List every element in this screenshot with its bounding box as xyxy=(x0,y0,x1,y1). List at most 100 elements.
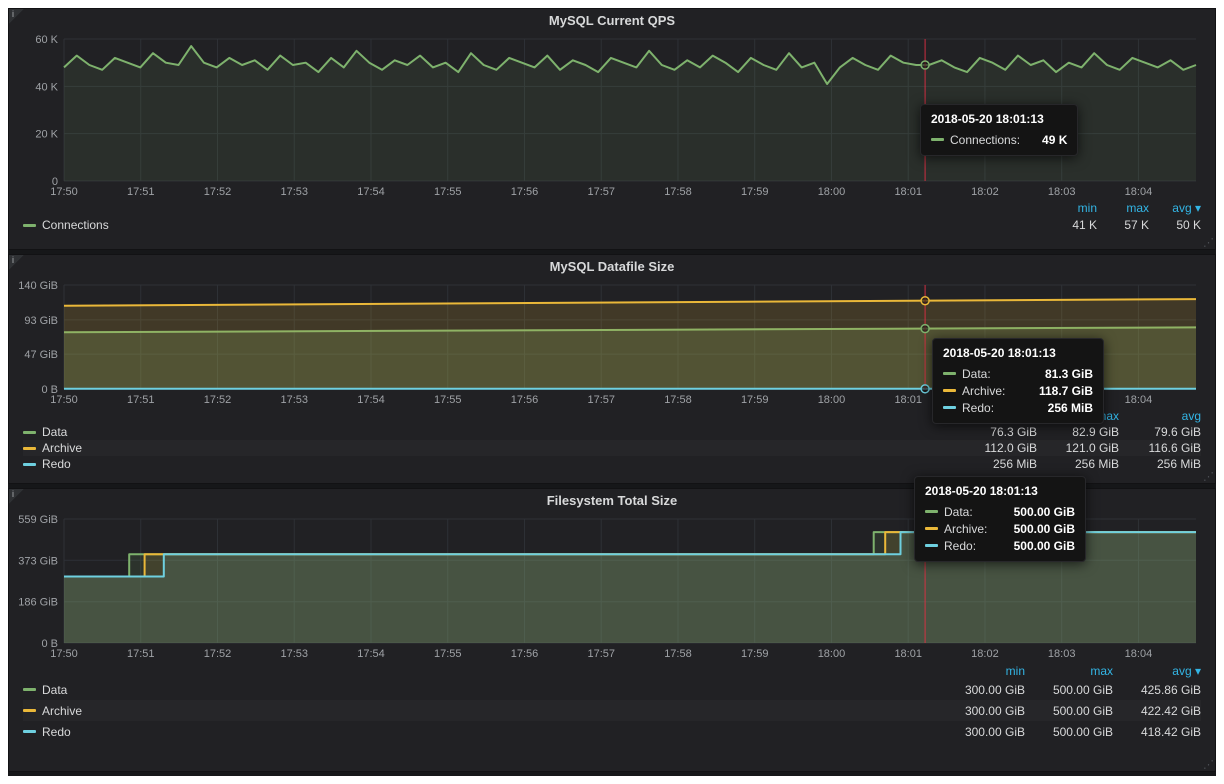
tooltip-series-label: Archive: xyxy=(962,384,1005,398)
legend-stat-value: 300.00 GiB xyxy=(937,683,1025,697)
legend-stat-value: 112.0 GiB xyxy=(955,441,1037,455)
y-axis-tick-label: 47 GiB xyxy=(24,349,58,361)
legend-row: Archive 112.0 GiB121.0 GiB116.6 GiB xyxy=(23,440,1201,456)
tooltip-timestamp: 2018-05-20 18:01:13 xyxy=(943,346,1093,360)
legend-series-redo[interactable]: Redo xyxy=(23,725,937,739)
x-axis-tick-label: 18:00 xyxy=(818,394,846,406)
tooltip-timestamp: 2018-05-20 18:01:13 xyxy=(931,112,1067,126)
legend-header-row: minmaxavg ▾ xyxy=(23,662,1201,679)
panel-resize-handle-icon[interactable]: ⋰ xyxy=(1203,238,1214,249)
panel-info-icon[interactable]: i xyxy=(9,255,24,270)
x-axis-tick-label: 17:56 xyxy=(511,648,539,660)
legend-row: Connections41 K57 K50 K xyxy=(23,216,1201,234)
tooltip-series-label: Data: xyxy=(962,367,991,381)
x-axis-tick-label: 18:04 xyxy=(1125,394,1153,406)
legend-stat-value: 116.6 GiB xyxy=(1119,441,1201,455)
tooltip-series-value: 500.00 GiB xyxy=(998,522,1075,536)
x-axis-tick-label: 17:55 xyxy=(434,648,462,660)
legend-series-connections[interactable]: Connections xyxy=(23,218,1045,232)
panel-resize-handle-icon[interactable]: ⋰ xyxy=(1203,760,1214,771)
legend-header-max[interactable]: max xyxy=(1097,201,1149,215)
y-axis-tick-label: 140 GiB xyxy=(18,280,58,292)
legend-header-avg[interactable]: avg ▾ xyxy=(1149,201,1201,215)
series-color-dash-icon xyxy=(23,730,36,733)
x-axis-tick-label: 17:59 xyxy=(741,648,769,660)
x-axis-tick-label: 18:01 xyxy=(894,394,922,406)
series-color-dash-icon xyxy=(925,527,938,530)
x-axis-tick-label: 18:01 xyxy=(894,186,922,198)
legend-stat-value: 82.9 GiB xyxy=(1037,425,1119,439)
series-color-dash-icon xyxy=(23,224,36,227)
x-axis-tick-label: 17:58 xyxy=(664,186,692,198)
x-axis-tick-label: 18:02 xyxy=(971,186,999,198)
legend-stat-value: 300.00 GiB xyxy=(937,704,1025,718)
x-axis-tick-label: 18:04 xyxy=(1125,648,1153,660)
panel-header[interactable]: MySQL Datafile Size xyxy=(9,255,1215,277)
legend-series-redo[interactable]: Redo xyxy=(23,457,955,471)
legend-series-archive[interactable]: Archive xyxy=(23,704,937,718)
tooltip-series-label: Data: xyxy=(944,505,973,519)
y-axis-tick-label: 40 K xyxy=(35,81,58,93)
panel-info-icon[interactable]: i xyxy=(9,489,24,504)
hover-marker-redo xyxy=(921,385,929,393)
legend-series-label: Redo xyxy=(42,725,71,739)
legend-series-label: Data xyxy=(42,683,67,697)
legend: minmaxavg ▾Connections41 K57 K50 K xyxy=(9,199,1215,234)
legend-row: Data76.3 GiB82.9 GiB79.6 GiB xyxy=(23,424,1201,440)
x-axis-tick-label: 17:51 xyxy=(127,394,155,406)
x-axis-tick-label: 17:55 xyxy=(434,186,462,198)
x-axis-tick-label: 17:51 xyxy=(127,186,155,198)
x-axis-tick-label: 18:04 xyxy=(1125,186,1153,198)
x-axis-tick-label: 18:03 xyxy=(1048,648,1076,660)
panel-resize-handle-icon[interactable]: ⋰ xyxy=(1203,472,1214,483)
legend-series-label: Archive xyxy=(42,441,82,455)
tooltip-series-value: 118.7 GiB xyxy=(1023,384,1093,398)
legend-stat-value: 256 MiB xyxy=(1037,457,1119,471)
legend-header-min[interactable]: min xyxy=(937,664,1025,678)
legend-series-data[interactable]: Data xyxy=(23,425,955,439)
legend-stat-value: 300.00 GiB xyxy=(937,725,1025,739)
legend-header-min[interactable]: min xyxy=(1045,201,1097,215)
series-color-dash-icon xyxy=(23,431,36,434)
x-axis-tick-label: 17:52 xyxy=(204,394,232,406)
legend-stat-value: 76.3 GiB xyxy=(955,425,1037,439)
panel-info-icon[interactable]: i xyxy=(9,9,24,24)
panel-title: Filesystem Total Size xyxy=(547,493,678,508)
legend-stat-value: 121.0 GiB xyxy=(1037,441,1119,455)
tooltip-row: Data:81.3 GiB xyxy=(943,365,1093,382)
y-axis-tick-label: 0 xyxy=(52,176,58,188)
legend-series-archive[interactable]: Archive xyxy=(23,441,955,455)
y-axis-tick-label: 0 B xyxy=(41,384,58,396)
graph-tooltip: 2018-05-20 18:01:13 Connections: 49 K xyxy=(920,104,1078,156)
x-axis-tick-label: 17:54 xyxy=(357,186,385,198)
legend-series-label: Archive xyxy=(42,704,82,718)
legend-header-avg[interactable]: avg ▾ xyxy=(1113,664,1201,678)
x-axis-tick-label: 17:57 xyxy=(587,394,615,406)
x-axis-tick-label: 17:57 xyxy=(587,186,615,198)
legend-stat-value: 79.6 GiB xyxy=(1119,425,1201,439)
legend-header-avg[interactable]: avg xyxy=(1119,409,1201,423)
tooltip-series-label: Connections: xyxy=(950,133,1020,147)
legend-series-data[interactable]: Data xyxy=(23,683,937,697)
x-axis-tick-label: 18:01 xyxy=(894,648,922,660)
y-axis-tick-label: 20 K xyxy=(35,129,58,141)
y-axis-tick-label: 373 GiB xyxy=(18,555,58,567)
x-axis-tick-label: 17:55 xyxy=(434,394,462,406)
legend-stat-value: 41 K xyxy=(1045,218,1097,232)
x-axis-tick-label: 17:58 xyxy=(664,648,692,660)
tooltip-row: Connections: 49 K xyxy=(931,131,1067,148)
tooltip-row: Archive:500.00 GiB xyxy=(925,520,1075,537)
tooltip-series-value: 49 K xyxy=(1026,133,1067,147)
legend-stat-value: 422.42 GiB xyxy=(1113,704,1201,718)
legend-stat-value: 425.86 GiB xyxy=(1113,683,1201,697)
panel-header[interactable]: MySQL Current QPS xyxy=(9,9,1215,31)
legend-stat-value: 57 K xyxy=(1097,218,1149,232)
hover-marker-archive xyxy=(921,297,929,305)
tooltip-row: Archive: 118.7 GiB xyxy=(943,382,1093,399)
legend-header-max[interactable]: max xyxy=(1025,664,1113,678)
x-axis-tick-label: 17:57 xyxy=(587,648,615,660)
legend-row: Redo300.00 GiB500.00 GiB418.42 GiB xyxy=(23,721,1201,742)
grafana-dashboard: i MySQL Current QPS 17:5017:5117:5217:53… xyxy=(8,8,1216,776)
tooltip-series-value: 500.00 GiB xyxy=(998,539,1075,553)
x-axis-tick-label: 17:52 xyxy=(204,186,232,198)
